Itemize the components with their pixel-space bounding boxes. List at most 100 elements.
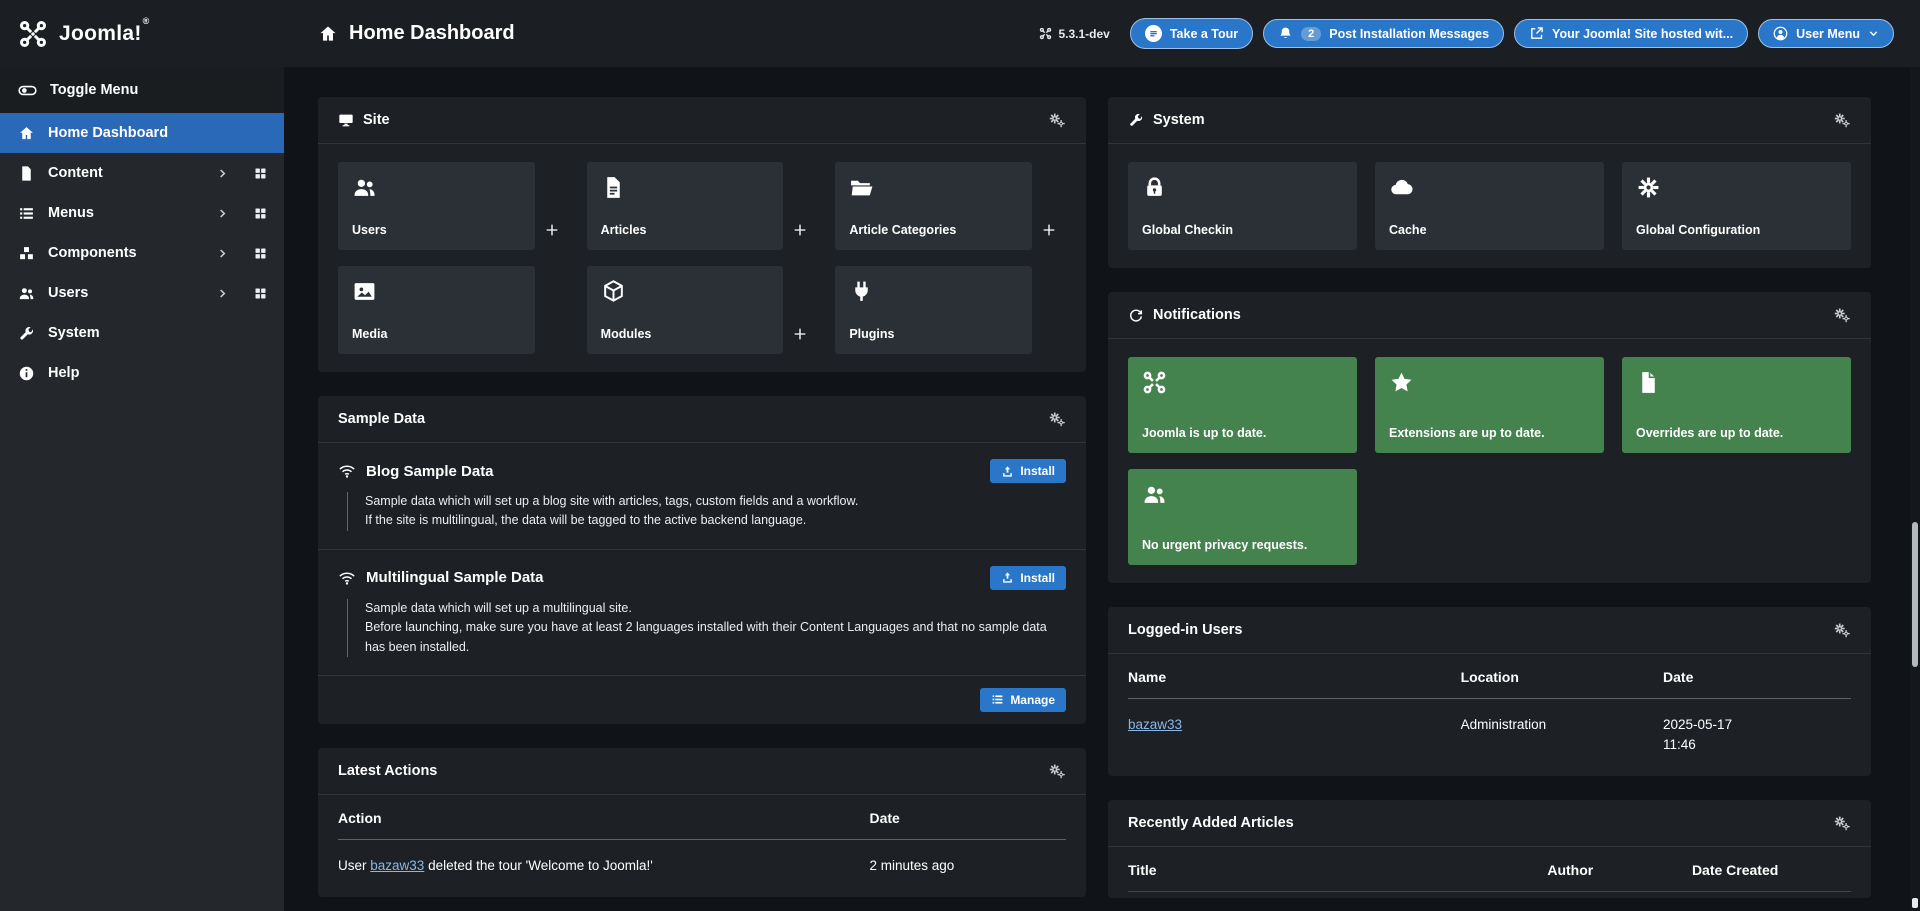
chevron-right-icon [217, 248, 228, 259]
sidebar-item-home-dashboard[interactable]: Home Dashboard [0, 113, 284, 153]
refresh-icon [1128, 307, 1144, 323]
chevron-down-icon [1868, 28, 1879, 39]
lock-icon [1142, 175, 1343, 200]
joomla-icon [1142, 370, 1343, 395]
quick-tile-articles[interactable]: Articles [586, 162, 784, 250]
sidebar-item-help[interactable]: Help [0, 353, 284, 393]
notification-tile-privacy-requests[interactable]: No urgent privacy requests. [1128, 469, 1357, 565]
install-button-label: Install [1020, 464, 1055, 478]
toggle-menu-button[interactable]: Toggle Menu [0, 67, 284, 113]
quick-tile-users[interactable]: Users [338, 162, 535, 250]
install-multilingual-sample-button[interactable]: Install [990, 565, 1066, 590]
sample-data-description: Sample data which will set up a multilin… [347, 598, 1066, 657]
settings-cogs-icon[interactable] [1048, 410, 1066, 428]
sidebar-item-system[interactable]: System [0, 313, 284, 353]
sidebar-item-menus[interactable]: Menus [0, 193, 284, 233]
sidebar-item-label: Home Dashboard [48, 125, 169, 141]
quick-tile-cache[interactable]: Cache [1375, 162, 1604, 250]
column-header-date-created: Date Created [1691, 847, 1851, 893]
settings-cogs-icon[interactable] [1833, 111, 1851, 129]
file-icon [1636, 370, 1837, 395]
sample-data-footer: Manage [318, 674, 1086, 724]
tile-label: No urgent privacy requests. [1142, 538, 1308, 552]
upload-icon [1001, 465, 1014, 478]
dashboard-grid-icon[interactable] [253, 246, 268, 261]
notification-tile-overrides-up-to-date[interactable]: Overrides are up to date. [1622, 357, 1851, 453]
take-a-tour-button[interactable]: Take a Tour [1129, 18, 1254, 49]
user-link[interactable]: bazaw33 [1128, 717, 1182, 732]
vertical-scrollbar[interactable] [1910, 67, 1920, 911]
post-installation-messages-button[interactable]: 2 Post Installation Messages [1263, 19, 1505, 48]
notifications-panel: Notifications Joomla is up to date. Exte… [1108, 292, 1871, 583]
version-indicator: 5.3.1-dev [1039, 27, 1110, 41]
toggle-icon [18, 81, 37, 100]
chevron-right-icon [217, 208, 228, 219]
settings-cogs-icon[interactable] [1048, 111, 1066, 129]
manage-button-label: Manage [1010, 692, 1055, 707]
tile-label: Overrides are up to date. [1636, 426, 1784, 440]
quick-tile-global-checkin[interactable]: Global Checkin [1128, 162, 1357, 250]
tour-icon [1144, 25, 1162, 42]
sidebar-item-label: Content [48, 165, 103, 181]
scrollbar-corner [1912, 898, 1918, 908]
add-article-button[interactable] [783, 162, 817, 250]
hosted-site-button[interactable]: Your Joomla! Site hosted wit... [1514, 19, 1749, 48]
user-menu-label: User Menu [1796, 26, 1860, 41]
logged-in-users-panel: Logged-in Users Name Location Date bazaw… [1108, 607, 1871, 777]
sample-data-heading: Blog Sample Data [366, 462, 494, 480]
add-users-button[interactable] [535, 162, 569, 250]
quick-tile-global-configuration[interactable]: Global Configuration [1622, 162, 1851, 250]
notification-tile-joomla-up-to-date[interactable]: Joomla is up to date. [1128, 357, 1357, 453]
settings-cogs-icon[interactable] [1833, 814, 1851, 832]
tile-label: Global Checkin [1142, 223, 1233, 237]
dashboard-grid-icon[interactable] [253, 286, 268, 301]
tile-label: Extensions are up to date. [1389, 426, 1545, 440]
tile-label: Modules [600, 327, 652, 341]
manage-button[interactable]: Manage [980, 687, 1066, 712]
add-module-button[interactable] [783, 266, 817, 354]
article-icon [601, 175, 770, 200]
install-blog-sample-button[interactable]: Install [990, 459, 1066, 483]
wrench-icon [18, 325, 35, 342]
list-icon [18, 205, 35, 222]
user-link[interactable]: bazaw33 [370, 858, 424, 873]
sidebar-item-content[interactable]: Content [0, 153, 284, 193]
scrollbar-thumb[interactable] [1912, 522, 1918, 667]
dashboard-grid-icon[interactable] [253, 166, 268, 181]
sidebar-item-label: Users [48, 285, 89, 301]
panel-title: Logged-in Users [1128, 622, 1243, 638]
quick-tile-plugins[interactable]: Plugins [835, 266, 1032, 354]
sample-data-multilingual: Multilingual Sample Data Install Sample … [318, 548, 1086, 675]
settings-cogs-icon[interactable] [1048, 762, 1066, 780]
star-icon [1389, 370, 1590, 395]
quick-tile-media[interactable]: Media [338, 266, 535, 354]
table-row: User bazaw33 deleted the tour 'Welcome t… [338, 839, 1066, 891]
registered-mark: ® [142, 15, 150, 26]
settings-cogs-icon[interactable] [1833, 306, 1851, 324]
recently-added-articles-panel: Recently Added Articles Title Author Dat… [1108, 800, 1871, 899]
description-line: Sample data which will set up a multilin… [365, 600, 632, 615]
settings-cogs-icon[interactable] [1833, 621, 1851, 639]
dashboard-grid-icon[interactable] [253, 206, 268, 221]
panel-title: Recently Added Articles [1128, 815, 1294, 832]
plug-icon [849, 279, 1018, 304]
notification-tile-extensions-up-to-date[interactable]: Extensions are up to date. [1375, 357, 1604, 453]
users-icon [18, 285, 35, 302]
tile-label: Users [352, 223, 387, 237]
add-article-category-button[interactable] [1032, 162, 1066, 250]
description-line: If the site is multilingual, the data wi… [365, 513, 807, 528]
tile-label: Joomla is up to date. [1142, 426, 1267, 440]
chevron-right-icon [217, 168, 228, 179]
user-menu-button[interactable]: User Menu [1758, 19, 1894, 48]
quick-tile-modules[interactable]: Modules [586, 266, 784, 354]
table-row: bazaw33 Administration 2025-05-17 11:46 [1128, 699, 1851, 771]
column-header-author: Author [1547, 847, 1692, 893]
sidebar-item-users[interactable]: Users [0, 273, 284, 313]
quick-tile-article-categories[interactable]: Article Categories [835, 162, 1032, 250]
sidebar-item-label: Menus [48, 205, 94, 221]
sidebar-item-components[interactable]: Components [0, 233, 284, 273]
name-cell: bazaw33 [1128, 699, 1461, 771]
system-panel: System Global Checkin Cache Global Confi… [1108, 97, 1871, 268]
column-header-title: Title [1128, 847, 1548, 893]
folder-open-icon [849, 175, 1018, 200]
